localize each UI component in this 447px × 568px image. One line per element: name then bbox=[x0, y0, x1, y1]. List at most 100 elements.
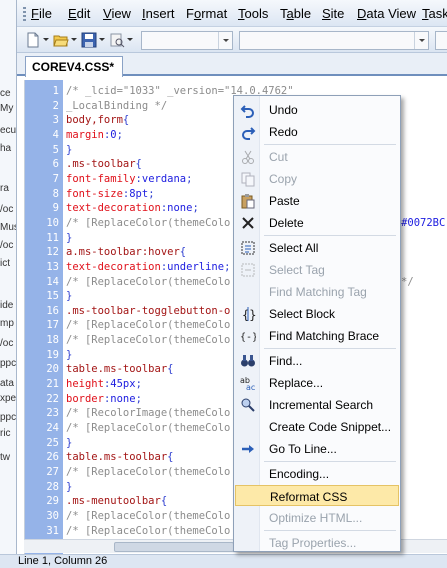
paste-icon bbox=[241, 194, 255, 209]
context-menu-item-paste[interactable]: Paste bbox=[235, 190, 399, 211]
context-menu-item-cut[interactable]: Cut bbox=[235, 146, 399, 167]
left-panel-item[interactable]: ide bbox=[0, 300, 13, 311]
context-menu-item-redo[interactable]: Redo bbox=[235, 121, 399, 142]
code-line: font-size:8pt; bbox=[66, 188, 155, 201]
code-token: } bbox=[66, 290, 73, 303]
left-panel-item[interactable]: ppc bbox=[0, 358, 16, 369]
left-panel-item[interactable]: xpe bbox=[0, 393, 16, 404]
menu-format[interactable]: Format bbox=[186, 6, 227, 21]
context-menu-item-select-tag[interactable]: Select Tag bbox=[235, 259, 399, 280]
left-panel-item[interactable]: ppc bbox=[0, 412, 16, 423]
line-number: 5 bbox=[52, 143, 59, 156]
menu-view[interactable]: View bbox=[103, 6, 131, 21]
new-dropdown-caret[interactable] bbox=[43, 38, 49, 41]
left-panel-item[interactable]: ha bbox=[0, 143, 11, 154]
code-line: border:none; bbox=[66, 393, 142, 406]
context-menu-item-go-to-line[interactable]: Go To Line... bbox=[235, 438, 399, 459]
select-block-icon: {} bbox=[242, 307, 256, 322]
left-panel-item[interactable]: tw bbox=[0, 452, 10, 463]
menu-file[interactable]: File bbox=[31, 6, 52, 21]
context-menu-label: Find... bbox=[269, 354, 303, 368]
code-line: } bbox=[66, 481, 72, 494]
line-number: 7 bbox=[52, 172, 59, 185]
code-token: ; bbox=[135, 392, 142, 405]
line-number: 6 bbox=[52, 158, 59, 171]
line-number: 25 bbox=[46, 436, 59, 449]
save-icon[interactable] bbox=[81, 32, 97, 48]
delete-x-icon bbox=[242, 217, 254, 229]
context-menu-item-delete[interactable]: Delete bbox=[235, 212, 399, 233]
code-line: } bbox=[66, 290, 72, 303]
menu-separator bbox=[264, 530, 396, 531]
context-menu-item-find-matching-brace[interactable]: {-} Find Matching Brace bbox=[235, 325, 399, 346]
menu-edit[interactable]: Edit bbox=[68, 6, 90, 21]
code-token: } bbox=[66, 143, 73, 156]
open-dropdown-caret[interactable] bbox=[71, 38, 77, 41]
svg-text:{-}: {-} bbox=[240, 332, 256, 343]
font-combo[interactable] bbox=[239, 31, 429, 50]
context-menu-item-find[interactable]: Find... bbox=[235, 350, 399, 371]
left-panel-item[interactable]: ata bbox=[0, 378, 14, 389]
status-line-column: Line 1, Column 26 bbox=[18, 555, 108, 567]
left-panel-item[interactable]: /oc bbox=[0, 204, 13, 215]
left-panel-item[interactable]: mp bbox=[0, 318, 14, 329]
menu-site[interactable]: Site bbox=[322, 6, 344, 21]
left-panel-item[interactable]: /oc bbox=[0, 240, 13, 251]
left-panel-item[interactable]: Mus bbox=[0, 222, 16, 233]
code-token: table.ms-toolbar bbox=[66, 451, 168, 464]
menu-table[interactable]: Table bbox=[280, 6, 311, 21]
context-menu-item-incremental-search[interactable]: Incremental Search bbox=[235, 394, 399, 415]
context-menu-item-copy[interactable]: Copy bbox=[235, 168, 399, 189]
undo-icon bbox=[240, 105, 254, 118]
context-menu-label: Cut bbox=[269, 150, 288, 164]
line-number: 22 bbox=[46, 392, 59, 405]
line-number: 30 bbox=[46, 509, 59, 522]
menu-separator bbox=[264, 461, 396, 462]
context-menu-item-tag-properties[interactable]: Tag Properties... bbox=[235, 532, 399, 553]
context-menu-item-undo[interactable]: Undo bbox=[235, 99, 399, 120]
code-token: border bbox=[66, 392, 104, 405]
context-menu-item-find-matching-tag[interactable]: Find Matching Tag bbox=[235, 281, 399, 302]
code-line: } bbox=[66, 437, 72, 450]
menu-task[interactable]: Task bbox=[422, 6, 447, 21]
matching-brace-icon: {-} bbox=[240, 332, 256, 343]
doc-tab-corev4-css[interactable]: COREV4.CSS* bbox=[25, 56, 124, 77]
line-number: 13 bbox=[46, 260, 59, 273]
left-panel-item[interactable]: ra bbox=[0, 183, 9, 194]
menu-tools[interactable]: Tools bbox=[238, 6, 268, 21]
horizontal-scroll-thumb[interactable] bbox=[114, 542, 234, 552]
left-panel-item[interactable]: /oc bbox=[0, 338, 13, 349]
menu-data-view[interactable]: Data View bbox=[357, 6, 416, 21]
left-panel-item[interactable]: My bbox=[0, 103, 13, 114]
context-menu-item-reformat-css[interactable]: Reformat CSS bbox=[235, 485, 399, 506]
context-menu-item-create-code-snippet[interactable]: Create Code Snippet... bbox=[235, 416, 399, 437]
context-menu-item-select-block[interactable]: {} Select Block bbox=[235, 303, 399, 324]
line-number: 31 bbox=[46, 524, 59, 537]
code-token: table.ms-toolbar bbox=[66, 363, 168, 376]
code-token: body,form bbox=[66, 114, 123, 127]
code-line: _LocalBinding */ bbox=[66, 100, 167, 113]
context-menu-item-optimize-html[interactable]: Optimize HTML... bbox=[235, 507, 399, 528]
new-document-icon[interactable] bbox=[25, 32, 41, 48]
save-dropdown-caret[interactable] bbox=[99, 38, 105, 41]
context-menu-item-encoding[interactable]: Encoding... bbox=[235, 463, 399, 484]
style-combo[interactable] bbox=[141, 31, 233, 50]
binoculars-icon bbox=[241, 355, 255, 367]
size-combo[interactable] bbox=[435, 31, 447, 50]
left-panel-item[interactable]: ric bbox=[0, 428, 11, 439]
left-panel-item[interactable]: ict bbox=[0, 258, 10, 269]
left-panel-item[interactable]: ecu bbox=[0, 125, 16, 136]
line-number: 26 bbox=[46, 451, 59, 464]
open-folder-icon[interactable] bbox=[53, 32, 69, 48]
print-preview-icon[interactable] bbox=[109, 32, 125, 48]
context-menu-item-replace[interactable]: ab ac Replace... bbox=[235, 372, 399, 393]
code-line: .ms-menutoolbar{ bbox=[66, 495, 167, 508]
scissors-icon bbox=[242, 150, 254, 164]
left-panel-item[interactable]: ce bbox=[0, 88, 11, 99]
code-token: /* [ReplaceColor(themeColo bbox=[66, 216, 231, 229]
line-number: 23 bbox=[46, 407, 59, 420]
context-menu-item-select-all[interactable]: Select All bbox=[235, 237, 399, 258]
print-dropdown-caret[interactable] bbox=[127, 38, 133, 41]
menu-insert[interactable]: Insert bbox=[142, 6, 175, 21]
code-token: a.ms-toolbar:hover bbox=[66, 246, 180, 259]
